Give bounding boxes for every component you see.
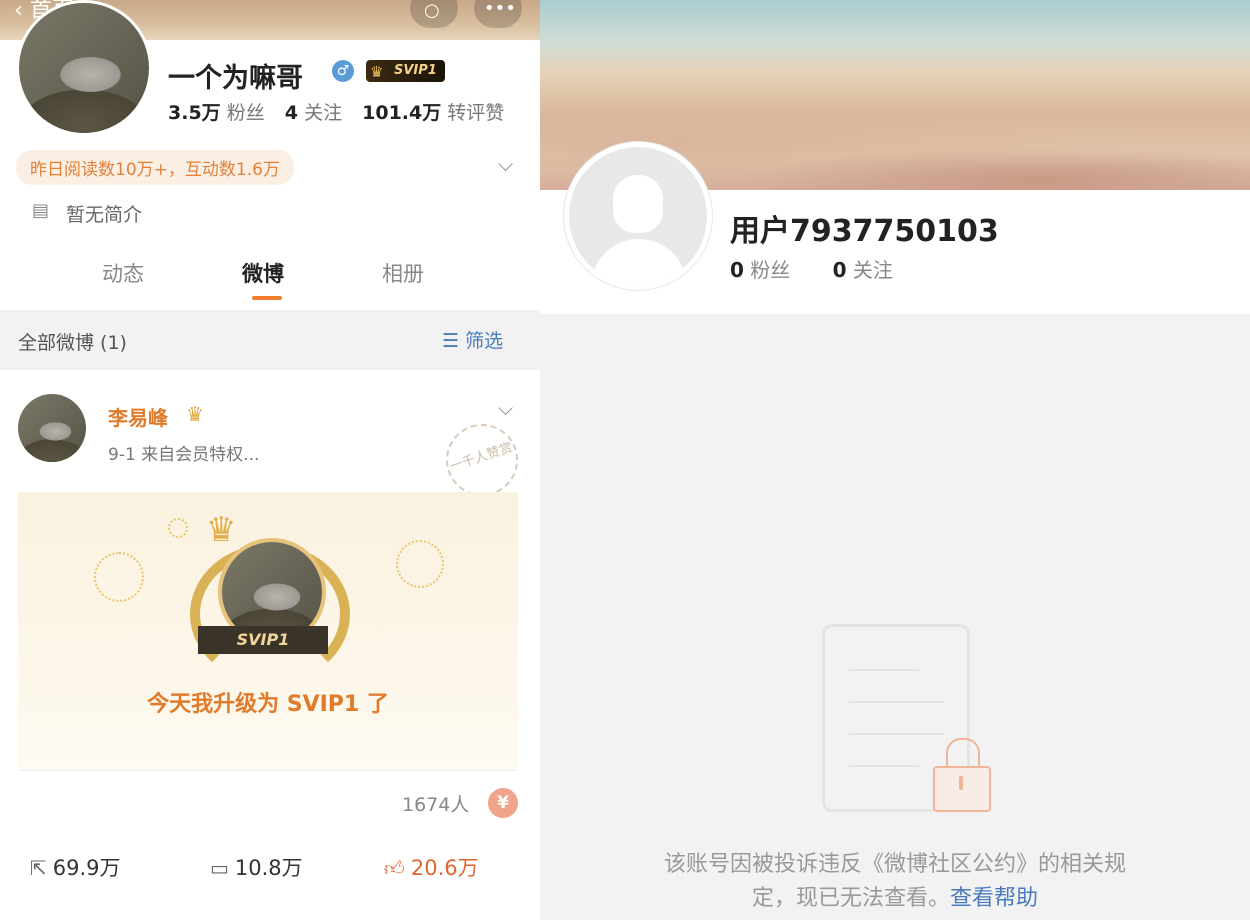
reward-coin-icon[interactable]: ¥ (488, 788, 518, 818)
crown-icon: ♛ (186, 402, 204, 426)
help-link[interactable]: 查看帮助 (950, 886, 1038, 911)
reposts-label: 转评赞 (447, 102, 505, 124)
silhouette-body (591, 239, 687, 285)
repost-count: 69.9万 (52, 856, 121, 880)
highlight-pill[interactable]: 昨日阅读数10万+，互动数1.6万 (16, 150, 294, 185)
lock-shackle (946, 738, 980, 768)
svip-badge[interactable]: ♛ SVIP1 (366, 60, 445, 82)
lock-icon (933, 766, 991, 812)
following-count[interactable]: 0 (833, 258, 847, 282)
thumbs-up-icon: 👍︎ (384, 856, 405, 880)
comment-button[interactable]: ▭ 10.8万 (210, 852, 303, 882)
post-avatar-image (18, 394, 86, 462)
search-button[interactable]: ○ (410, 0, 458, 28)
default-avatar[interactable] (564, 142, 712, 290)
following-label: 关注 (304, 102, 343, 124)
more-icon: ••• (484, 0, 516, 19)
bio-text: 暂无简介 (66, 204, 143, 226)
post-card: 李易峰 ♛ 9-1 来自会员特权... ⌵ 一千人赞赏 ♛ SVIP1 今天我升… (0, 372, 540, 920)
profile-stats: 3.5万 粉丝 4 关注 101.4万 转评赞 (168, 98, 504, 125)
filter-button-label: 筛选 (465, 330, 504, 352)
doc-line (849, 701, 945, 703)
post-avatar[interactable] (18, 394, 86, 462)
card-text: 今天我升级为 SVIP1 了 (147, 692, 389, 717)
post-options-icon[interactable]: ⌵ (498, 396, 513, 420)
tab-feed[interactable]: 动态 (102, 258, 144, 288)
document-icon: ▤ (32, 200, 50, 221)
comment-icon: ▭ (210, 856, 229, 880)
blocked-message-line2: 定，现已无法查看。 (751, 886, 950, 911)
chevron-left-icon: ‹ (14, 0, 23, 23)
all-posts-label: 全部微博 (1) (18, 332, 127, 354)
doc-line (849, 669, 919, 671)
crown-icon: ♛ (206, 510, 237, 550)
like-button[interactable]: 👍︎ 20.6万 (384, 852, 479, 882)
post-meta: 9-1 来自会员特权... (108, 445, 260, 465)
doc-line (849, 733, 945, 735)
filter-bar: 全部微博 (1) ☰ 筛选 (0, 310, 540, 370)
following-count[interactable]: 4 (285, 102, 298, 124)
viewers-count: 1674人 (402, 794, 470, 816)
svip-badge-label: SVIP1 (394, 63, 437, 78)
crown-icon: ♛ (370, 63, 384, 81)
followers-label: 粉丝 (750, 258, 791, 282)
left-profile-panel: ‹ 首页 ○ ••• 一个为嘛哥 ♂ ♛ SVIP1 3.5万 粉丝 4 关注 … (0, 0, 540, 920)
share-icon: ⇱ (30, 856, 47, 880)
followers-label: 粉丝 (226, 102, 265, 124)
comment-count: 10.8万 (234, 856, 303, 880)
search-icon: ○ (424, 0, 440, 21)
blocked-message: 该账号因被投诉违反《微博社区公约》的相关规 定，现已无法查看。查看帮助 (580, 848, 1210, 916)
username: 用户7937750103 (730, 214, 999, 249)
person-silhouette-icon (569, 147, 707, 285)
following-label: 关注 (852, 258, 893, 282)
tab-album[interactable]: 相册 (382, 258, 424, 288)
silhouette-head (613, 175, 663, 233)
sparkle (168, 518, 188, 538)
avatar[interactable] (16, 0, 152, 136)
filter-icon: ☰ (442, 330, 460, 352)
right-profile-panel: 用户7937750103 0 粉丝 0 关注 该账号因被投诉违反《微博社区公约》… (540, 0, 1250, 920)
chevron-down-icon[interactable]: ⌵ (498, 152, 513, 176)
keyhole (959, 776, 963, 790)
followers-count[interactable]: 3.5万 (168, 102, 221, 124)
active-tab-indicator (252, 296, 282, 300)
post-author[interactable]: 李易峰 (108, 402, 168, 431)
followers-count[interactable]: 0 (730, 258, 744, 282)
doc-line (849, 765, 919, 767)
like-count: 20.6万 (410, 856, 479, 880)
filter-button[interactable]: ☰ 筛选 (442, 326, 503, 353)
profile-header: 一个为嘛哥 ♂ ♛ SVIP1 3.5万 粉丝 4 关注 101.4万 转评赞 … (0, 0, 540, 308)
firework-right (396, 540, 444, 588)
male-icon: ♂ (332, 60, 354, 82)
firework-left (94, 552, 144, 602)
repost-button[interactable]: ⇱ 69.9万 (30, 852, 121, 882)
profile-name: 一个为嘛哥 (168, 63, 303, 94)
svip-upgrade-card[interactable]: ♛ SVIP1 今天我升级为 SVIP1 了 (18, 492, 518, 771)
svip-ribbon: SVIP1 (198, 626, 328, 654)
reposts-count: 101.4万 (362, 102, 442, 124)
more-button[interactable]: ••• (474, 0, 522, 28)
blocked-message-line1: 该账号因被投诉违反《微博社区公约》的相关规 (663, 852, 1126, 877)
user-stats: 0 粉丝 0 关注 (730, 254, 893, 283)
avatar-image (19, 3, 149, 133)
tab-weibo[interactable]: 微博 (242, 258, 284, 288)
